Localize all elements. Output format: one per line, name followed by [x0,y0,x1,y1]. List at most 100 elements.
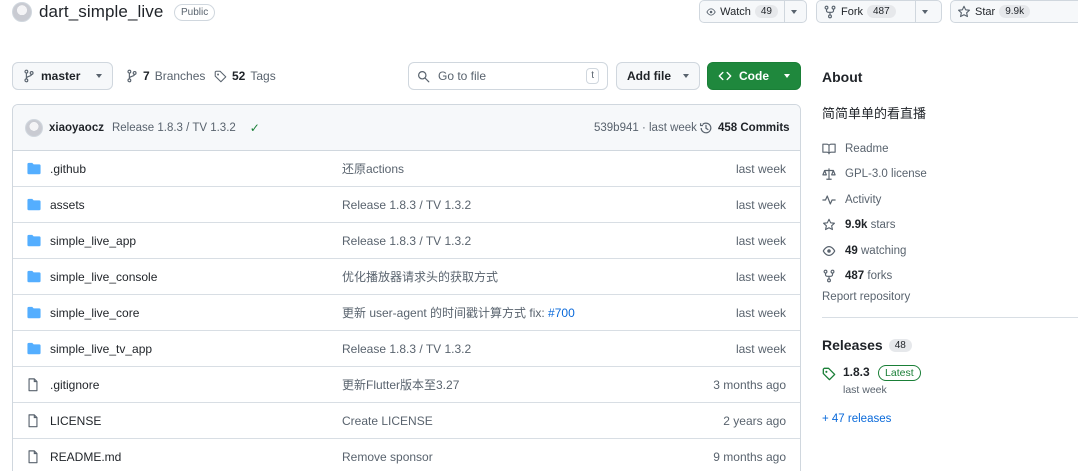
about-item-label: GPL-3.0 license [845,168,927,181]
fork-label: Fork [841,5,863,18]
about-item[interactable]: Readme [822,136,1078,162]
commit-text: Release 1.8.3 / TV 1.3.2 [342,197,472,212]
report-repository-link[interactable]: Report repository [822,291,1078,303]
commits-count: 458 Commits [718,121,790,134]
about-item-text: GPL-3.0 license [845,168,927,180]
file-name[interactable]: simple_live_app [50,234,136,248]
chevron-down-icon [96,74,102,78]
release-version: 1.8.3 [843,365,870,379]
add-file-label: Add file [627,69,671,83]
file-date: last week [735,233,786,248]
about-item[interactable]: 487 forks [822,264,1078,290]
law-icon [822,167,836,181]
branch-selector[interactable]: master [12,62,113,90]
fork-dropdown[interactable] [915,1,934,22]
file-row[interactable]: .gitignore 更新Flutter版本至3.27 3 months ago [13,367,800,403]
watch-dropdown[interactable] [784,1,803,22]
file-commit-message[interactable]: Release 1.8.3 / TV 1.3.2 [342,234,471,248]
tags-link[interactable]: 52 Tags [214,69,276,83]
folder-icon-wrap [27,270,41,286]
branches-label: Branches [154,69,206,83]
file-name[interactable]: assets [50,198,85,212]
author-avatar[interactable] [25,118,43,137]
file-name[interactable]: .gitignore [50,378,99,392]
about-item[interactable]: 49 watching [822,238,1078,264]
file-row[interactable]: simple_live_core 更新 user-agent 的时间戳计算方式 f… [13,295,800,331]
about-item-text: 487 forks [845,270,892,282]
book-icon [822,142,836,156]
file-date: last week [735,197,786,212]
about-item-label: forks [864,270,893,283]
issue-link[interactable]: #700 [548,306,575,320]
file-row[interactable]: simple_live_tv_app Release 1.8.3 / TV 1.3… [13,331,800,367]
file-commit-message[interactable]: 还原actions [342,160,404,177]
about-item-text: 9.9k stars [845,219,896,231]
file-name[interactable]: simple_live_console [50,270,157,284]
file-commit-message[interactable]: 更新Flutter版本至3.27 [342,376,459,393]
pulse-icon [822,193,836,207]
folder-icon [27,270,41,283]
star-icon [958,5,970,17]
chevron-down-icon [791,9,797,14]
branches-link[interactable]: 7 Branches [126,69,205,83]
file-commit-message[interactable]: Create LICENSE [342,414,433,428]
tags-count: 52 [232,69,246,83]
file-commit-message[interactable]: 更新 user-agent 的时间戳计算方式 fix: #700 [342,304,575,321]
go-to-file-input[interactable]: Go to file t [408,62,608,90]
watch-button[interactable]: Watch 49 [699,0,807,23]
file-row[interactable]: simple_live_app Release 1.8.3 / TV 1.3.2 l… [13,223,800,259]
file-commit-message[interactable]: Remove sponsor [342,450,433,464]
file-row[interactable]: LICENSE Create LICENSE 2 years ago [13,403,800,439]
star-button[interactable]: Star 9.9k [950,0,1078,23]
file-name[interactable]: simple_live_core [50,306,139,320]
commit-sha-time[interactable]: 539b941 · last week [594,122,697,134]
repo-header: dart_simple_live Public Watch 49 Fork 48… [0,0,1078,28]
file-name[interactable]: README.md [50,450,121,464]
file-commit-message[interactable]: 优化播放器请求头的获取方式 [342,268,498,285]
file-row[interactable]: assets Release 1.8.3 / TV 1.3.2 last week [13,187,800,223]
file-name[interactable]: .github [50,162,86,176]
code-button[interactable]: Code [707,62,801,90]
more-releases-link[interactable]: + 47 releases [822,413,1078,425]
fork-button[interactable]: Fork 487 [816,0,942,23]
about-item-count: 9.9k [845,219,868,232]
star-icon [822,218,836,232]
folder-icon-wrap [27,162,41,178]
repo-name[interactable]: dart_simple_live [39,2,163,22]
file-row[interactable]: .github 还原actions last week [13,151,800,187]
about-item[interactable]: GPL-3.0 license [822,162,1078,188]
check-icon[interactable]: ✓ [250,121,260,135]
about-item-label: Readme [845,142,889,155]
file-name[interactable]: LICENSE [50,414,101,428]
about-item[interactable]: 9.9k stars [822,213,1078,239]
about-item[interactable]: Activity [822,187,1078,213]
commit-text: Create LICENSE [342,413,433,428]
file-commit-message[interactable]: Release 1.8.3 / TV 1.3.2 [342,342,471,356]
commits-link[interactable]: 458 Commits [699,121,790,135]
about-item-count: 49 [845,244,858,257]
commit-message[interactable]: Release 1.8.3 / TV 1.3.2 [112,122,236,134]
file-commit-message[interactable]: Release 1.8.3 / TV 1.3.2 [342,198,471,212]
owner-avatar[interactable] [12,2,32,22]
file-row[interactable]: README.md Remove sponsor 9 months ago [13,439,800,471]
commit-author[interactable]: xiaoyaocz [49,122,104,134]
code-icon [718,71,732,81]
file-name[interactable]: simple_live_tv_app [50,342,152,356]
file-row[interactable]: simple_live_console 优化播放器请求头的获取方式 last wee… [13,259,800,295]
chevron-down-icon [784,74,790,78]
fork-count: 487 [867,5,896,18]
history-icon [699,122,712,133]
file-list: .github 还原actions last week assets Release 1… [13,151,800,471]
star-label: Star [975,5,996,18]
visibility-badge: Public [174,4,216,21]
add-file-button[interactable]: Add file [616,62,700,90]
code-label: Code [739,69,769,83]
folder-icon [27,198,41,211]
folder-icon-wrap [27,234,41,250]
tags-label: Tags [250,69,276,83]
latest-release[interactable]: 1.8.3 Latest last week [822,365,1078,396]
file-icon-wrap [27,414,39,431]
branches-count: 7 [143,69,150,83]
releases-heading[interactable]: Releases 48 [822,337,1078,353]
folder-icon [27,306,41,319]
